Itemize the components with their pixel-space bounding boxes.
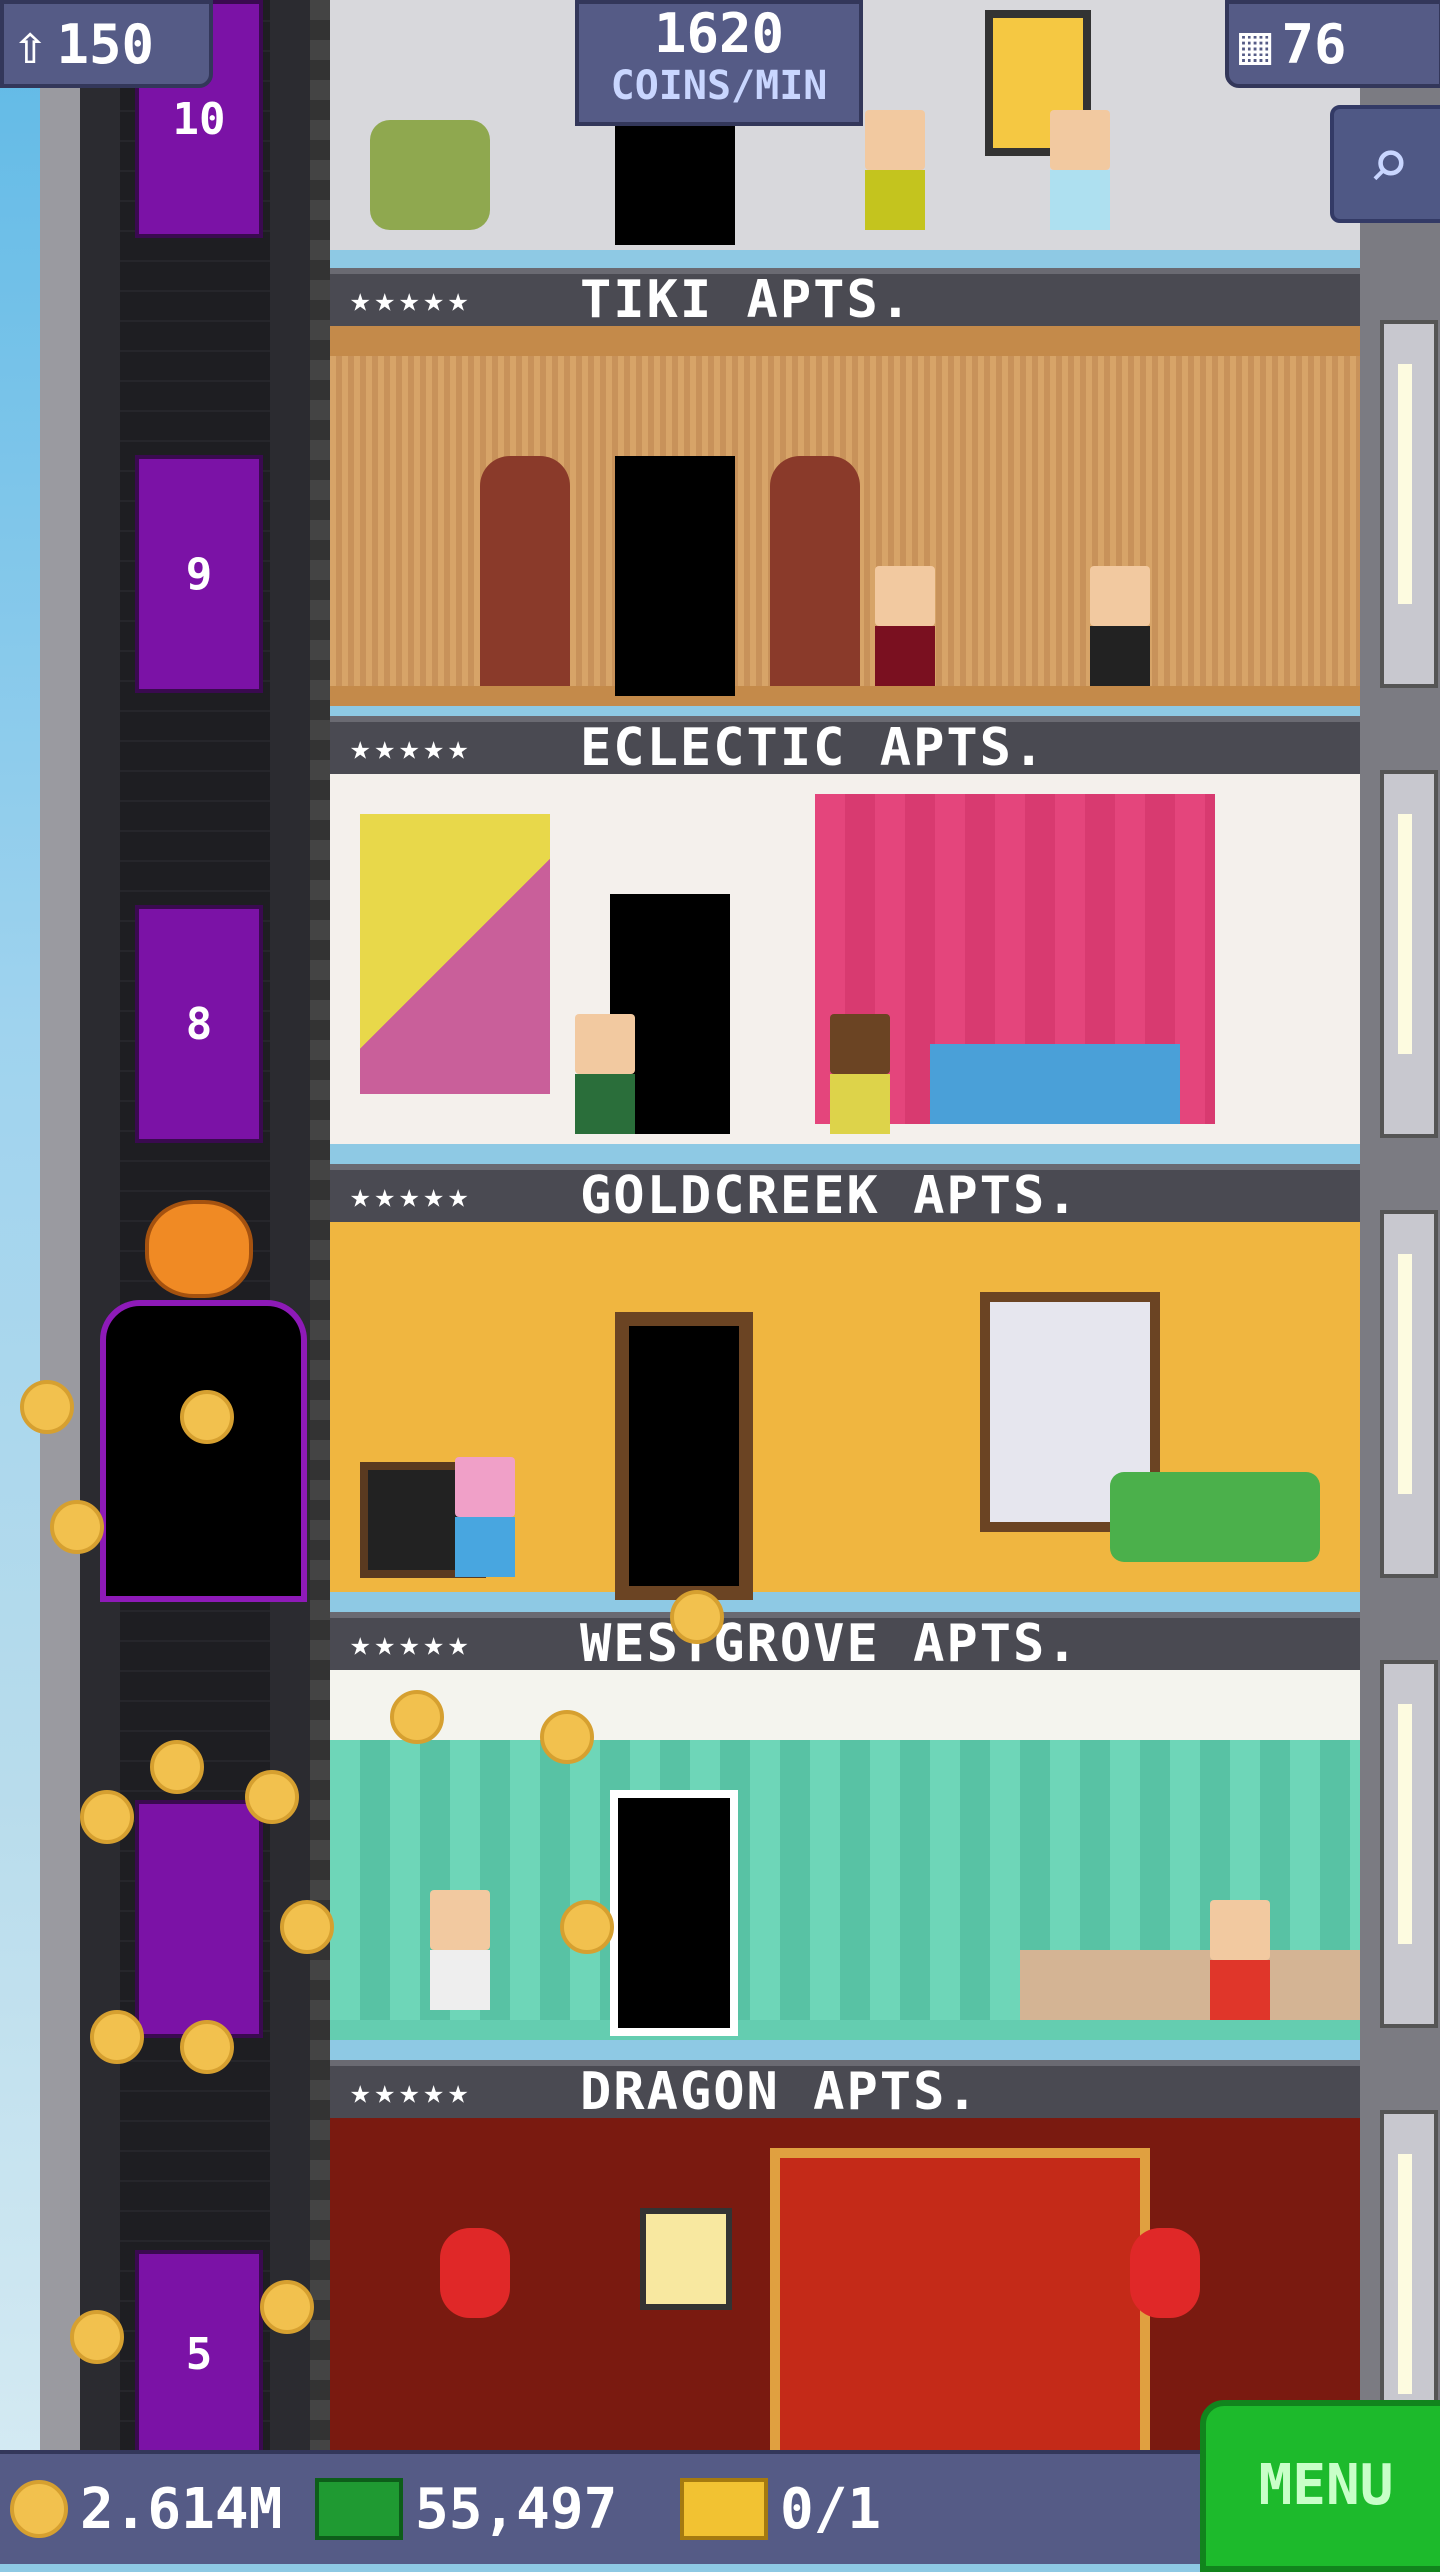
magnifier-icon: ⌕: [1367, 123, 1411, 205]
coin-icon: [90, 2010, 144, 2064]
floor-stars: ★★★★★: [350, 2072, 473, 2112]
door: [615, 456, 735, 696]
door: [615, 125, 735, 245]
coins-value: 2.614M: [80, 2476, 283, 2542]
chest-counter[interactable]: 0/1: [680, 2454, 881, 2564]
elevator-number: 5: [185, 2328, 213, 2380]
lamp-icon: [640, 2208, 732, 2310]
room-dragon-apts[interactable]: [330, 2118, 1360, 2468]
elevator-car-floor-5[interactable]: 5: [135, 2250, 263, 2458]
floor-label-bar[interactable]: ★★★★★ TIKI APTS.: [330, 268, 1360, 326]
person-icon: ⇧: [14, 12, 47, 76]
coin-icon: [80, 1790, 134, 1844]
room-westgrove-apts[interactable]: [330, 1670, 1360, 2040]
floor-stars: ★★★★★: [350, 280, 473, 320]
elevator-number: 9: [185, 548, 213, 600]
art-painting-icon: [360, 814, 550, 1094]
resident[interactable]: [865, 110, 925, 230]
door: [610, 1790, 738, 2036]
floor-count-value: 76: [1281, 12, 1347, 76]
tower-window: [1380, 1210, 1438, 1578]
floor-stars: ★★★★★: [350, 1624, 473, 1664]
coins-counter[interactable]: 2.614M: [10, 2454, 282, 2564]
resident[interactable]: [455, 1457, 515, 1577]
elevator-car-open[interactable]: [100, 1300, 307, 1602]
coin-icon: [50, 1500, 104, 1554]
population-value: 150: [56, 12, 155, 76]
coin-icon: [150, 1740, 204, 1794]
room-eclectic-apts[interactable]: [330, 774, 1360, 1144]
couch-icon: [1110, 1472, 1320, 1562]
lantern-icon: [440, 2228, 510, 2318]
resident[interactable]: [430, 1890, 490, 2010]
coin-icon: [670, 1590, 724, 1644]
treasure-chest-icon: [680, 2478, 768, 2540]
bux-counter[interactable]: 55,497: [315, 2454, 617, 2564]
floor-name: TIKI APTS.: [580, 270, 914, 330]
tower-window: [1380, 1660, 1438, 2028]
floor-name: ECLECTIC APTS.: [580, 718, 1047, 778]
floor-stars: ★★★★★: [350, 728, 473, 768]
resident[interactable]: [1210, 1900, 1270, 2020]
kitchen-counter-icon: [1020, 1950, 1360, 2020]
lantern-icon: [1130, 2228, 1200, 2318]
elevator-number: 8: [185, 998, 213, 1050]
floor-label-bar[interactable]: ★★★★★ WESTGROVE APTS.: [330, 1612, 1360, 1670]
tiki-statue-icon: [480, 456, 570, 686]
coins-per-minute-panel: 1620 COINS/MIN: [575, 0, 863, 126]
coin-icon: [180, 1390, 234, 1444]
coin-icon: [260, 2280, 314, 2334]
floor-label-bar[interactable]: ★★★★★ ECLECTIC APTS.: [330, 716, 1360, 774]
tiki-statue-icon: [770, 456, 860, 686]
search-button[interactable]: ⌕: [1330, 105, 1440, 223]
elevator-car-floor-6[interactable]: [135, 1800, 263, 2038]
armchair-icon: [370, 120, 490, 230]
bux-value: 55,497: [415, 2476, 618, 2542]
floor-name: DRAGON APTS.: [580, 2062, 980, 2122]
coins-per-minute-label: COINS/MIN: [610, 63, 828, 109]
room-goldcreek-apts[interactable]: [330, 1222, 1360, 1600]
coin-icon: [10, 2480, 68, 2538]
floor-count-counter[interactable]: ▦ 76: [1225, 0, 1440, 88]
resident[interactable]: [1090, 566, 1150, 686]
chest-value: 0/1: [780, 2476, 882, 2542]
bux-icon: [315, 2478, 403, 2540]
population-counter[interactable]: ⇧ 150: [0, 0, 213, 88]
dragon-tapestry-icon: [770, 2148, 1150, 2468]
resident[interactable]: [1050, 110, 1110, 230]
tower-window: [1380, 320, 1438, 688]
menu-button[interactable]: MENU: [1200, 2400, 1440, 2572]
tower-window: [1380, 770, 1438, 1138]
floor-stars: ★★★★★: [350, 1176, 473, 1216]
floor-label-bar[interactable]: ★★★★★ GOLDCREEK APTS.: [330, 1164, 1360, 1222]
building-icon: ▦: [1239, 12, 1272, 76]
door: [615, 1312, 753, 1600]
sofa-icon: [930, 1044, 1180, 1124]
coin-icon: [390, 1690, 444, 1744]
room-tiki-apts[interactable]: [330, 326, 1360, 706]
coin-icon: [540, 1710, 594, 1764]
elevator-number: 10: [172, 93, 226, 145]
pumpkin-icon: [145, 1200, 253, 1298]
floor-name: GOLDCREEK APTS.: [580, 1166, 1080, 1226]
coin-icon: [245, 1770, 299, 1824]
coin-icon: [20, 1380, 74, 1434]
elevator-rail: [310, 0, 330, 2450]
resident[interactable]: [575, 1014, 635, 1134]
floor-label-bar[interactable]: ★★★★★ DRAGON APTS.: [330, 2060, 1360, 2118]
resident[interactable]: [875, 566, 935, 686]
coin-icon: [180, 2020, 234, 2074]
coins-per-minute-value: 1620: [653, 2, 785, 65]
ceiling-strip: [330, 1670, 1360, 1740]
coin-icon: [70, 2310, 124, 2364]
coin-icon: [280, 1900, 334, 1954]
elevator-car-floor-8[interactable]: 8: [135, 905, 263, 1143]
floor-name: WESTGROVE APTS.: [580, 1614, 1080, 1674]
resident[interactable]: [830, 1014, 890, 1134]
elevator-car-floor-9[interactable]: 9: [135, 455, 263, 693]
coin-icon: [560, 1900, 614, 1954]
menu-label: MENU: [1258, 2453, 1394, 2518]
